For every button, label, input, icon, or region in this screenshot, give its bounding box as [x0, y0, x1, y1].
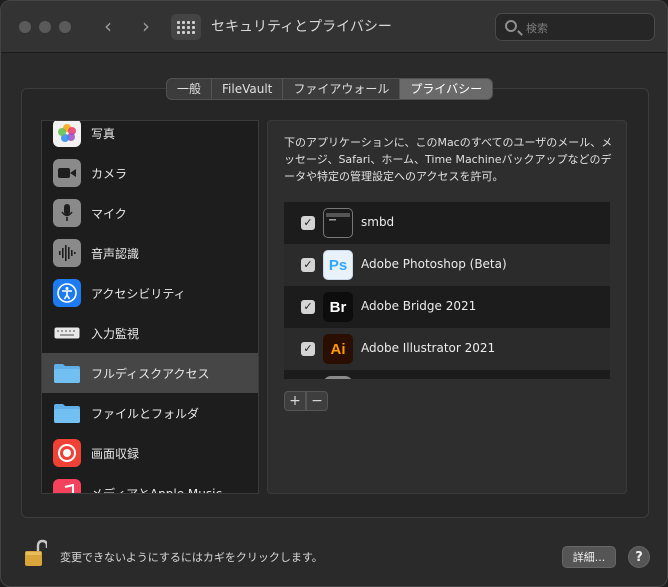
terminal-icon — [323, 208, 353, 238]
show-all-grid-icon[interactable] — [171, 14, 201, 40]
checkbox-photoshop-beta[interactable]: ✓ — [301, 258, 315, 272]
back-arrow-icon[interactable]: ‹ — [97, 15, 119, 37]
checkbox-bridge-2021[interactable]: ✓ — [301, 300, 315, 314]
sidebar-item-label: アクセシビリティ — [91, 287, 186, 301]
app-row-partial — [284, 370, 610, 379]
folder-icon — [53, 359, 81, 387]
sidebar-item-input-monitoring[interactable]: 入力監視 — [42, 313, 258, 353]
minimize-window-button[interactable] — [39, 21, 51, 33]
app-row-smbd[interactable]: ✓ smbd — [284, 202, 610, 244]
sidebar-item-label: マイク — [91, 207, 127, 221]
sidebar-item-label: フルディスクアクセス — [91, 367, 210, 381]
app-label: Adobe Photoshop (Beta) — [361, 257, 507, 271]
app-row-illustrator-2021[interactable]: ✓ Ai Adobe Illustrator 2021 — [284, 328, 610, 370]
app-row-photoshop-beta[interactable]: ✓ Ps Adobe Photoshop (Beta) — [284, 244, 610, 286]
zoom-window-button[interactable] — [59, 21, 71, 33]
sidebar-item-label: メディアとApple Music — [91, 487, 223, 494]
sidebar-item-label: 画面収録 — [91, 447, 140, 461]
sidebar-item-label: 写真 — [91, 127, 116, 141]
sidebar-item-microphone[interactable]: マイク — [42, 193, 258, 233]
sidebar-item-files-and-folders[interactable]: ファイルとフォルダ — [42, 393, 258, 433]
add-app-button[interactable]: + — [284, 391, 306, 411]
photoshop-icon: Ps — [323, 250, 353, 280]
accessibility-icon — [53, 279, 81, 307]
sidebar-item-speech-recognition[interactable]: 音声認識 — [42, 233, 258, 273]
app-label: Adobe Bridge 2021 — [361, 299, 477, 313]
tab-firewall[interactable]: ファイアウォール — [283, 79, 401, 99]
sidebar-item-full-disk-access[interactable]: フルディスクアクセス — [42, 353, 258, 393]
app-label: smbd — [361, 215, 395, 229]
window: ‹ › セキュリティとプライバシー 一般 FileVault ファイアウォール … — [0, 0, 668, 587]
close-window-button[interactable] — [19, 21, 31, 33]
lock-message: 変更できないようにするにはカギをクリックします。 — [60, 551, 323, 564]
tab-general[interactable]: 一般 — [167, 79, 213, 99]
help-button[interactable]: ? — [628, 546, 650, 568]
screen-recording-icon — [53, 439, 81, 467]
search-icon — [505, 20, 517, 32]
app-row-bridge-2021[interactable]: ✓ Br Adobe Bridge 2021 — [284, 286, 610, 328]
app-label: Adobe Illustrator 2021 — [361, 341, 496, 355]
speech-recognition-icon — [53, 239, 81, 267]
sidebar-item-label: カメラ — [91, 167, 128, 181]
tab-filevault[interactable]: FileVault — [212, 79, 284, 99]
search-field[interactable] — [495, 13, 655, 41]
checkbox-smbd[interactable]: ✓ — [301, 216, 315, 230]
app-list[interactable]: ✓ smbd ✓ Ps Adobe Photoshop (Beta) ✓ Br … — [284, 202, 610, 379]
sidebar-item-screen-recording[interactable]: 画面収録 — [42, 433, 258, 473]
camera-icon — [53, 159, 81, 187]
music-icon — [53, 479, 81, 493]
privacy-category-list[interactable]: 写真 カメラ マイク 音声認識 アクセシビリティ 入力監視 フルディスクアクセス… — [41, 120, 259, 494]
access-description: 下のアプリケーションに、このMacのすべてのユーザのメール、メッセージ、Safa… — [284, 136, 613, 183]
forward-arrow-icon[interactable]: › — [135, 15, 157, 37]
sidebar-item-camera[interactable]: カメラ — [42, 153, 258, 193]
sidebar-item-accessibility[interactable]: アクセシビリティ — [42, 273, 258, 313]
advanced-button[interactable]: 詳細... — [562, 546, 616, 568]
remove-app-button[interactable]: − — [306, 391, 328, 411]
tab-privacy[interactable]: プライバシー — [400, 79, 493, 99]
checkbox-illustrator-2021[interactable]: ✓ — [301, 342, 315, 356]
sidebar-item-label: 音声認識 — [91, 247, 140, 261]
sidebar-item-photos[interactable]: 写真 — [42, 121, 258, 153]
window-title: セキュリティとプライバシー — [211, 19, 392, 35]
folder-icon — [53, 399, 81, 427]
bridge-icon: Br — [323, 292, 353, 322]
sidebar-item-label: 入力監視 — [91, 327, 140, 341]
sidebar-item-media-and-apple-music[interactable]: メディアとApple Music — [42, 473, 258, 494]
tab-bar: 一般 FileVault ファイアウォール プライバシー — [166, 78, 494, 100]
lock-icon[interactable] — [25, 539, 49, 567]
search-input[interactable] — [526, 18, 646, 38]
keyboard-icon — [53, 319, 81, 347]
microphone-icon — [53, 199, 81, 227]
titlebar: ‹ › セキュリティとプライバシー — [1, 1, 667, 53]
illustrator-icon: Ai — [323, 334, 353, 364]
photos-icon — [53, 121, 81, 147]
sidebar-item-label: ファイルとフォルダ — [91, 407, 200, 421]
